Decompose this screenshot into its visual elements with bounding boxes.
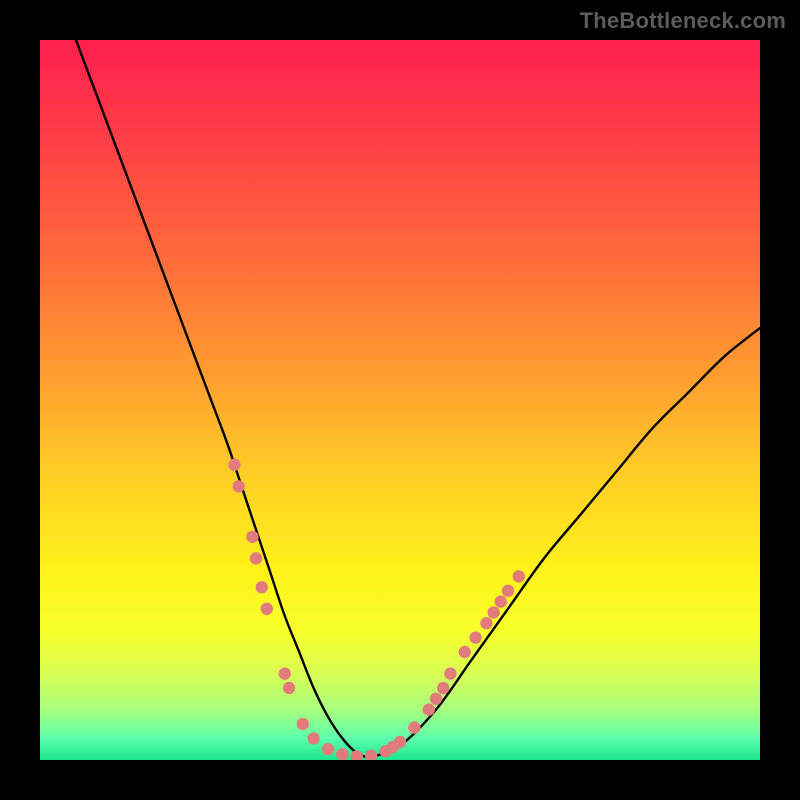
- marker-dot: [365, 749, 377, 760]
- marker-dot: [250, 552, 262, 564]
- marker-dot: [469, 631, 481, 643]
- marker-dot: [297, 718, 309, 730]
- chart-frame: TheBottleneck.com: [0, 0, 800, 800]
- marker-dot: [444, 667, 456, 679]
- marker-dot: [228, 459, 240, 471]
- marker-dot: [437, 682, 449, 694]
- marker-dot: [322, 743, 334, 755]
- marker-dot: [423, 703, 435, 715]
- marker-dot: [394, 736, 406, 748]
- marker-dot: [351, 750, 363, 760]
- marker-dot: [430, 693, 442, 705]
- marker-dot: [261, 603, 273, 615]
- marker-dot: [513, 570, 525, 582]
- marker-dot: [283, 682, 295, 694]
- curve-markers: [228, 459, 525, 760]
- marker-dot: [487, 606, 499, 618]
- marker-dot: [336, 748, 348, 760]
- watermark-text: TheBottleneck.com: [580, 8, 786, 34]
- marker-dot: [459, 646, 471, 658]
- marker-dot: [233, 480, 245, 492]
- marker-dot: [256, 581, 268, 593]
- bottleneck-curve: [76, 40, 760, 757]
- chart-svg: [40, 40, 760, 760]
- plot-area: [40, 40, 760, 760]
- marker-dot: [307, 732, 319, 744]
- marker-dot: [408, 721, 420, 733]
- marker-dot: [246, 531, 258, 543]
- marker-dot: [495, 595, 507, 607]
- marker-dot: [502, 585, 514, 597]
- marker-dot: [279, 667, 291, 679]
- marker-dot: [480, 617, 492, 629]
